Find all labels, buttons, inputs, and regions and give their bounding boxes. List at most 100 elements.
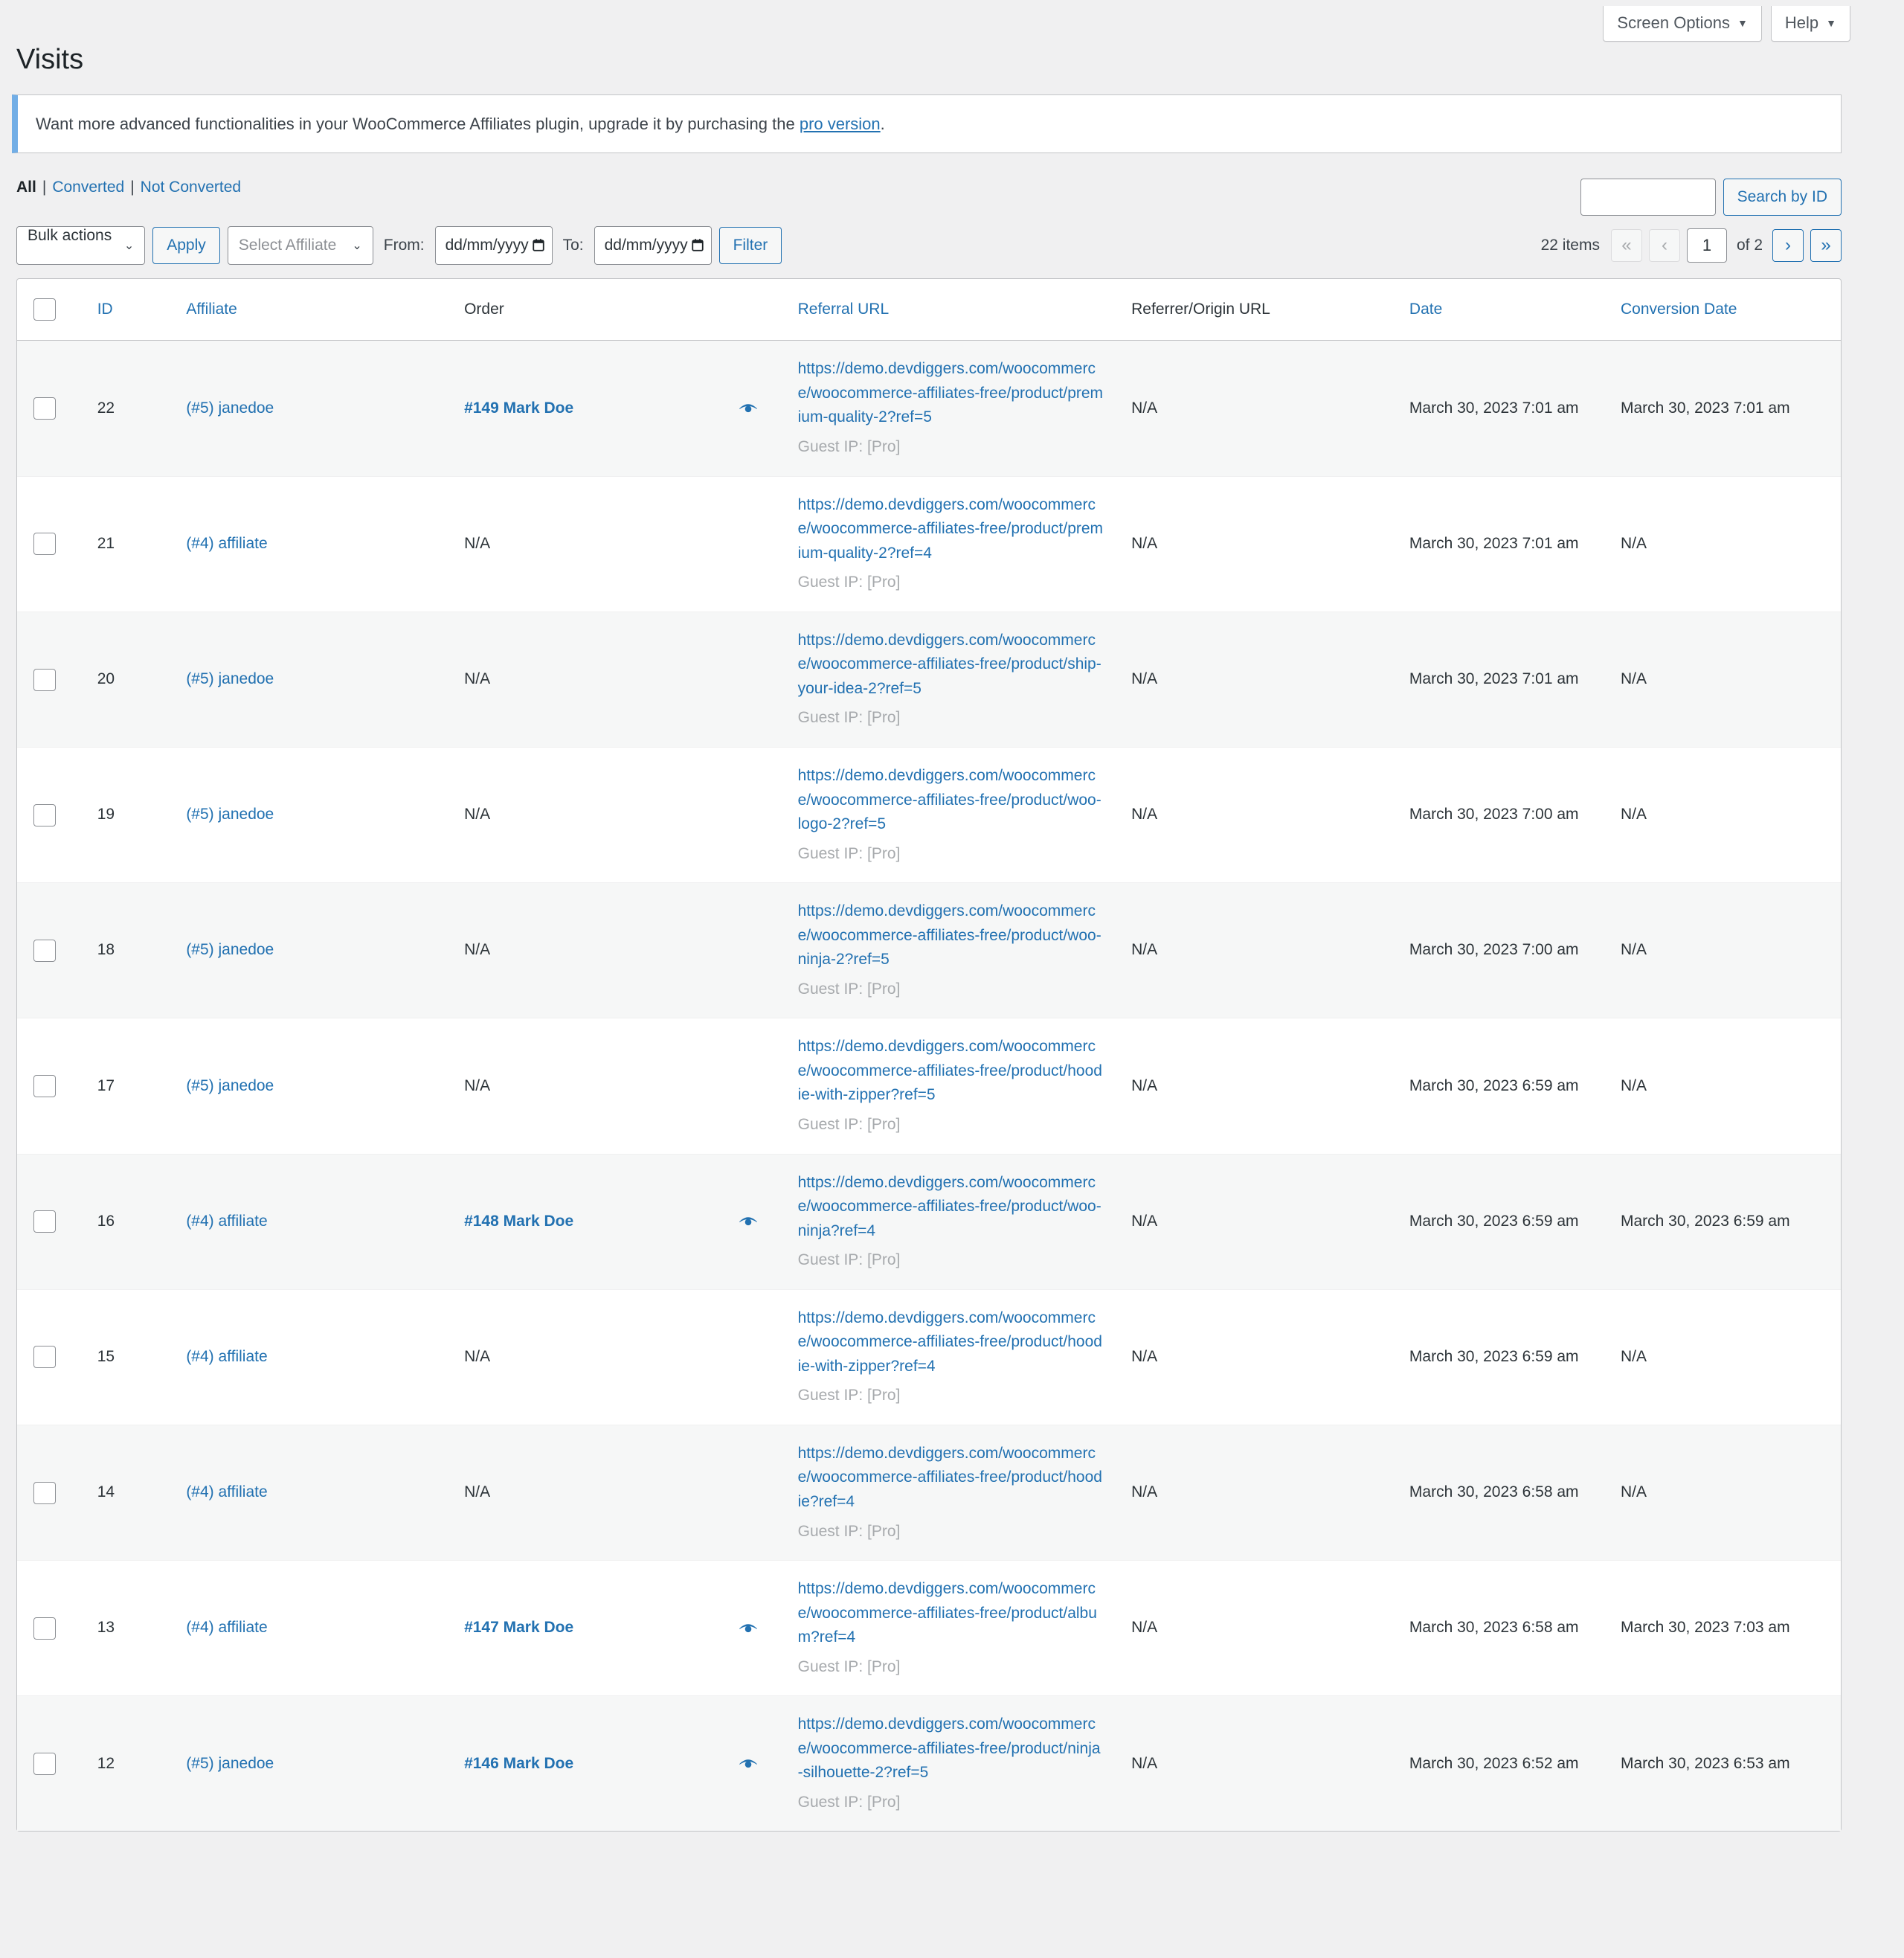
order-value: N/A [464, 806, 491, 824]
affiliate-link[interactable]: (#4) affiliate [186, 1348, 267, 1365]
column-header-affiliate-label[interactable]: Affiliate [186, 301, 237, 318]
cell-referrer-origin-url: N/A [1118, 612, 1396, 748]
view-order-eye-icon[interactable] [739, 1216, 758, 1227]
order-link[interactable]: #147 Mark Doe [464, 1616, 573, 1640]
affiliate-link[interactable]: (#5) janedoe [186, 670, 274, 687]
column-header-date-label[interactable]: Date [1409, 301, 1442, 318]
first-page-button[interactable]: « [1610, 229, 1642, 263]
referral-url-link[interactable]: https://demo.devdiggers.com/woocommerce/… [798, 357, 1105, 430]
table-body: 22 (#5) janedoe #149 Mark Doe https://demo… [17, 341, 1841, 1832]
last-page-button[interactable]: » [1810, 229, 1842, 263]
guest-ip-label: Guest IP: [Pro] [797, 980, 901, 998]
cell-affiliate: (#5) janedoe [173, 883, 451, 1019]
affiliate-link[interactable]: (#4) affiliate [186, 535, 267, 552]
cell-date: March 30, 2023 6:58 am [1395, 1561, 1607, 1697]
row-checkbox[interactable] [33, 668, 56, 691]
cell-date: March 30, 2023 6:52 am [1395, 1696, 1607, 1832]
column-header-date[interactable]: Date [1395, 279, 1607, 341]
view-converted[interactable]: Converted | [52, 179, 140, 196]
cell-referral-url: https://demo.devdiggers.com/woocommerce/… [784, 1425, 1119, 1561]
cell-conversion-date: N/A [1606, 1425, 1841, 1561]
table-head: ID Affiliate Order Referral URL Referrer… [17, 279, 1841, 341]
affiliate-link[interactable]: (#5) janedoe [186, 806, 274, 823]
view-not-converted[interactable]: Not Converted [141, 179, 241, 196]
cell-referrer-origin-url: N/A [1118, 883, 1396, 1019]
date-to-input[interactable]: dd/mm/yyyy [594, 226, 712, 266]
guest-ip-label: Guest IP: [Pro] [797, 1522, 901, 1540]
row-checkbox[interactable] [33, 1210, 56, 1233]
column-header-referral-url-label[interactable]: Referral URL [798, 301, 890, 318]
row-checkbox[interactable] [33, 803, 56, 826]
pro-version-link[interactable]: pro version [800, 115, 881, 133]
order-value: N/A [464, 670, 491, 688]
screen-options-button[interactable]: Screen Options ▼ [1603, 6, 1762, 42]
help-button[interactable]: Help ▼ [1770, 6, 1850, 42]
row-select-cell [17, 1289, 84, 1425]
affiliate-link[interactable]: (#5) janedoe [186, 941, 274, 958]
cell-referrer-origin-url: N/A [1118, 1018, 1396, 1155]
cell-date: March 30, 2023 7:01 am [1395, 341, 1607, 477]
row-checkbox[interactable] [33, 1617, 56, 1640]
affiliate-link[interactable]: (#5) janedoe [186, 1077, 274, 1094]
date-from-input[interactable]: dd/mm/yyyy [434, 226, 553, 266]
referral-url-link[interactable]: https://demo.devdiggers.com/woocommerce/… [798, 1442, 1105, 1515]
view-order-eye-icon[interactable] [739, 402, 758, 414]
referral-url-link[interactable]: https://demo.devdiggers.com/woocommerce/… [798, 493, 1105, 566]
column-header-id-label[interactable]: ID [97, 301, 113, 318]
affiliate-link[interactable]: (#4) affiliate [186, 1619, 267, 1636]
view-converted-label[interactable]: Converted [52, 179, 124, 196]
view-all-label: All [16, 179, 36, 196]
referral-url-link[interactable]: https://demo.devdiggers.com/woocommerce/… [798, 1035, 1105, 1108]
view-all[interactable]: All | [16, 179, 52, 196]
guest-ip-label: Guest IP: [Pro] [797, 1793, 901, 1811]
referral-url-link[interactable]: https://demo.devdiggers.com/woocommerce/… [798, 764, 1105, 837]
referral-url-link[interactable]: https://demo.devdiggers.com/woocommerce/… [798, 1577, 1105, 1650]
current-page-input[interactable] [1686, 228, 1727, 263]
column-header-conversion-date-label[interactable]: Conversion Date [1621, 301, 1737, 318]
row-checkbox[interactable] [33, 397, 56, 420]
select-all-checkbox[interactable] [33, 298, 56, 321]
column-header-referral-url[interactable]: Referral URL [784, 279, 1119, 341]
affiliate-link[interactable]: (#4) affiliate [186, 1483, 267, 1500]
referral-url-link[interactable]: https://demo.devdiggers.com/woocommerce/… [798, 1713, 1105, 1785]
to-label: To: [562, 237, 584, 254]
view-order-eye-icon[interactable] [739, 1758, 758, 1770]
referral-url-link[interactable]: https://demo.devdiggers.com/woocommerce/… [798, 629, 1105, 702]
column-header-affiliate[interactable]: Affiliate [173, 279, 451, 341]
filter-button[interactable]: Filter [718, 227, 782, 265]
cell-date: March 30, 2023 7:00 am [1395, 883, 1607, 1019]
affiliate-link[interactable]: (#5) janedoe [186, 1755, 274, 1772]
notice-text-before: Want more advanced functionalities in yo… [36, 115, 800, 134]
next-page-button[interactable]: › [1772, 229, 1804, 263]
row-checkbox[interactable] [33, 1481, 56, 1504]
row-checkbox[interactable] [33, 1075, 56, 1098]
row-checkbox[interactable] [33, 939, 56, 962]
referral-url-link[interactable]: https://demo.devdiggers.com/woocommerce/… [798, 1306, 1105, 1379]
row-checkbox[interactable] [33, 533, 56, 556]
apply-button[interactable]: Apply [152, 227, 220, 265]
row-select-cell [17, 476, 84, 612]
view-not-converted-label[interactable]: Not Converted [141, 179, 241, 196]
search-by-id-button[interactable]: Search by ID [1723, 179, 1842, 216]
referral-url-link[interactable]: https://demo.devdiggers.com/woocommerce/… [798, 1171, 1105, 1244]
column-header-id[interactable]: ID [83, 279, 173, 341]
select-affiliate-select[interactable]: Select Affiliate [227, 226, 373, 266]
column-header-conversion-date[interactable]: Conversion Date [1606, 279, 1841, 341]
row-checkbox[interactable] [33, 1753, 56, 1776]
cell-referral-url: https://demo.devdiggers.com/woocommerce/… [784, 1154, 1119, 1290]
prev-page-button[interactable]: ‹ [1648, 229, 1680, 263]
order-link[interactable]: #149 Mark Doe [464, 397, 573, 421]
row-select-cell [17, 612, 84, 748]
row-select-cell [17, 883, 84, 1019]
cell-id: 19 [83, 747, 173, 884]
search-input[interactable] [1580, 179, 1716, 216]
affiliate-link[interactable]: (#5) janedoe [186, 399, 274, 417]
affiliate-link[interactable]: (#4) affiliate [186, 1213, 267, 1230]
admin-meta-bar: Screen Options ▼ Help ▼ [0, 0, 1904, 42]
referral-url-link[interactable]: https://demo.devdiggers.com/woocommerce/… [798, 899, 1105, 972]
bulk-actions-select[interactable]: Bulk actions [16, 226, 146, 266]
view-order-eye-icon[interactable] [739, 1622, 758, 1634]
row-checkbox[interactable] [33, 1346, 56, 1369]
order-link[interactable]: #148 Mark Doe [464, 1210, 573, 1234]
order-link[interactable]: #146 Mark Doe [464, 1752, 573, 1776]
